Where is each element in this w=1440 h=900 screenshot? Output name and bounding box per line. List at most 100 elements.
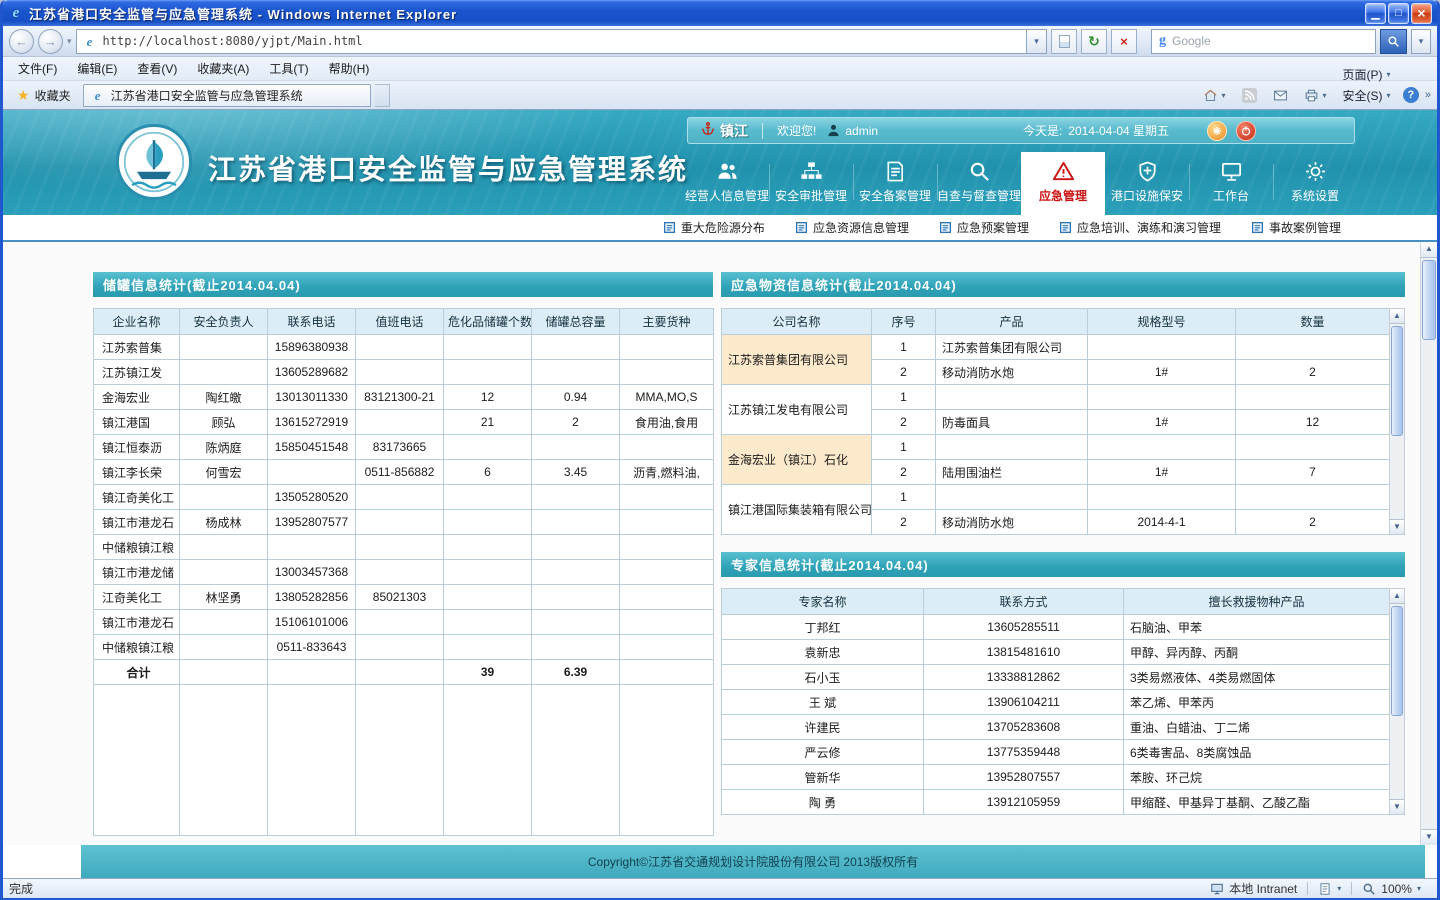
search-dropdown[interactable]: ▾ <box>1411 29 1431 54</box>
ie-logo-icon: e <box>8 5 24 21</box>
search-input[interactable]: g Google <box>1151 29 1376 54</box>
list-icon <box>1251 221 1264 234</box>
menu-item-5[interactable]: 工具(T) <box>260 57 317 80</box>
experts-table: 专家名称联系方式擅长救援物种产品 丁邦红13605285511石脑油、甲苯袁新忠… <box>721 588 1390 815</box>
sparkle-icon <box>1211 125 1223 137</box>
nav-item-people[interactable]: 经营人信息管理 <box>685 152 769 215</box>
scroll-thumb[interactable] <box>1391 326 1403 436</box>
page-scrollbar[interactable]: ▲ ▼ <box>1420 242 1437 845</box>
forward-button[interactable]: → <box>38 29 63 54</box>
header-quick-icons <box>1207 121 1256 141</box>
favorites-button[interactable]: ★ 收藏夹 <box>9 84 79 107</box>
today-label: 今天是: <box>1023 122 1062 139</box>
mail-button[interactable] <box>1268 86 1293 105</box>
nav-item-magnifier[interactable]: 自查与督查管理 <box>937 152 1021 215</box>
toolbar-overflow-button[interactable]: » <box>1425 89 1431 101</box>
column-header: 值班电话 <box>356 309 444 335</box>
nav-item-document[interactable]: 安全备案管理 <box>853 152 937 215</box>
nav-item-monitor[interactable]: 工作台 <box>1189 152 1273 215</box>
feed-button[interactable] <box>1237 86 1262 105</box>
page-footer: Copyright©江苏省交通规划设计院股份有限公司 2013版权所有 <box>81 845 1425 878</box>
anchor-icon <box>700 121 716 140</box>
logout-button[interactable] <box>1236 121 1256 141</box>
warning-icon <box>1052 160 1075 183</box>
menu-item-3[interactable]: 查看(V) <box>128 57 186 80</box>
scroll-down-button[interactable]: ▼ <box>1390 799 1404 814</box>
scroll-down-button[interactable]: ▼ <box>1421 829 1437 845</box>
search-placeholder: Google <box>1172 34 1211 48</box>
tank-header-row: 企业名称安全负责人联系电话值班电话危化品储罐个数储罐总容量主要货种 <box>94 309 714 335</box>
zoom-control[interactable]: 100% ▾ <box>1352 879 1431 898</box>
menu-item-1[interactable]: 文件(F) <box>9 57 66 80</box>
address-dropdown[interactable]: ▾ <box>1027 29 1047 54</box>
nav-item-shield[interactable]: 港口设施保安 <box>1105 152 1189 215</box>
supplies-table-wrap: 公司名称序号产品规格型号数量 江苏索普集团有限公司1江苏索普集团有限公司2移动消… <box>721 308 1405 535</box>
tank-row: 中储粮镇江粮 <box>94 535 714 560</box>
gear-icon <box>1304 160 1327 183</box>
scroll-thumb[interactable] <box>1391 606 1403 716</box>
page-viewport: 江苏省港口安全监管与应急管理系统 镇江 欢迎您! admin 今天是: 2014… <box>3 110 1437 878</box>
shield-icon <box>1136 160 1159 183</box>
window-titlebar[interactable]: e 江苏省港口安全监管与应急管理系统 - Windows Internet Ex… <box>3 0 1437 26</box>
submenu-item-5[interactable]: 事故案例管理 <box>1251 219 1341 236</box>
scroll-down-button[interactable]: ▼ <box>1390 519 1404 534</box>
scroll-up-button[interactable]: ▲ <box>1421 242 1437 258</box>
nav-item-orgchart[interactable]: 安全审批管理 <box>769 152 853 215</box>
supplies-row: 江苏索普集团有限公司1江苏索普集团有限公司 <box>722 335 1390 360</box>
maximize-button[interactable]: □ <box>1388 3 1409 24</box>
nav-label: 应急管理 <box>1039 187 1087 204</box>
tank-table: 企业名称安全负责人联系电话值班电话危化品储罐个数储罐总容量主要货种 江苏索普集1… <box>93 308 714 836</box>
right-column: 应急物资信息统计(截止2014.04.04) 公司名称序号产品规格型号数量 江苏… <box>721 272 1405 815</box>
nav-label: 自查与督查管理 <box>937 187 1021 204</box>
help-button[interactable]: ? <box>1403 87 1419 103</box>
address-toolbar: ← → ▾ e http://localhost:8080/yjpt/Main.… <box>3 26 1437 57</box>
tank-row: 镇江奇美化工13505280520 <box>94 485 714 510</box>
mail-icon <box>1273 88 1288 103</box>
scroll-up-button[interactable]: ▲ <box>1390 309 1404 324</box>
supplies-scrollbar[interactable]: ▲ ▼ <box>1389 308 1405 535</box>
submenu-item-4[interactable]: 应急培训、演练和演习管理 <box>1059 219 1221 236</box>
nav-item-gear[interactable]: 系统设置 <box>1273 152 1357 215</box>
print-button[interactable]: ▾ <box>1299 86 1332 105</box>
submenu-item-2[interactable]: 应急资源信息管理 <box>795 219 909 236</box>
supplies-row: 金海宏业（镇江）石化1 <box>722 435 1390 460</box>
scroll-track[interactable] <box>1390 604 1404 799</box>
experts-scrollbar[interactable]: ▲ ▼ <box>1389 588 1405 815</box>
tank-row: 江苏索普集15896380938 <box>94 335 714 360</box>
status-text: 完成 <box>9 880 33 897</box>
toolbar-text-button-2[interactable]: 安全(S)▾ <box>1338 85 1397 106</box>
username: admin <box>845 124 878 138</box>
close-button[interactable]: × <box>1411 3 1432 24</box>
submenu-item-3[interactable]: 应急预案管理 <box>939 219 1029 236</box>
compatibility-button[interactable] <box>1051 29 1077 54</box>
stop-button[interactable]: × <box>1111 29 1137 54</box>
menu-item-6[interactable]: 帮助(H) <box>320 57 379 80</box>
site-logo <box>115 123 193 201</box>
column-header: 产品 <box>936 309 1088 335</box>
refresh-button[interactable]: ↻ <box>1081 29 1107 54</box>
search-button[interactable] <box>1380 29 1407 54</box>
menu-item-4[interactable]: 收藏夹(A) <box>188 57 258 80</box>
new-tab-stub[interactable] <box>375 84 390 107</box>
scroll-track[interactable] <box>1390 324 1404 519</box>
page-favicon-icon: e <box>83 34 97 48</box>
page-mode-button[interactable]: ▾ <box>1308 879 1351 898</box>
theme-button[interactable] <box>1207 121 1227 141</box>
scroll-thumb[interactable] <box>1422 260 1436 340</box>
minimize-button[interactable]: ▁ <box>1365 3 1386 24</box>
toolbar-text-button-1[interactable]: 页面(P)▾ <box>1338 64 1397 85</box>
list-icon <box>1059 221 1072 234</box>
address-bar-input[interactable]: e http://localhost:8080/yjpt/Main.html <box>76 29 1027 54</box>
scroll-track[interactable] <box>1421 258 1437 829</box>
browser-tab[interactable]: e 江苏省港口安全监管与应急管理系统 <box>83 84 371 107</box>
recent-pages-dropdown[interactable]: ▾ <box>67 36 72 47</box>
submenu-item-1[interactable]: 重大危险源分布 <box>663 219 765 236</box>
column-header: 安全负责人 <box>180 309 268 335</box>
menu-item-2[interactable]: 编辑(E) <box>68 57 126 80</box>
tank-row: 镇江市港龙石杨成林13952807577 <box>94 510 714 535</box>
scroll-up-button[interactable]: ▲ <box>1390 589 1404 604</box>
nav-item-warning[interactable]: 应急管理 <box>1021 152 1105 215</box>
home-button[interactable]: ▾ <box>1198 86 1231 105</box>
zone-indicator[interactable]: 本地 Intranet <box>1200 879 1307 898</box>
back-button[interactable]: ← <box>9 29 34 54</box>
